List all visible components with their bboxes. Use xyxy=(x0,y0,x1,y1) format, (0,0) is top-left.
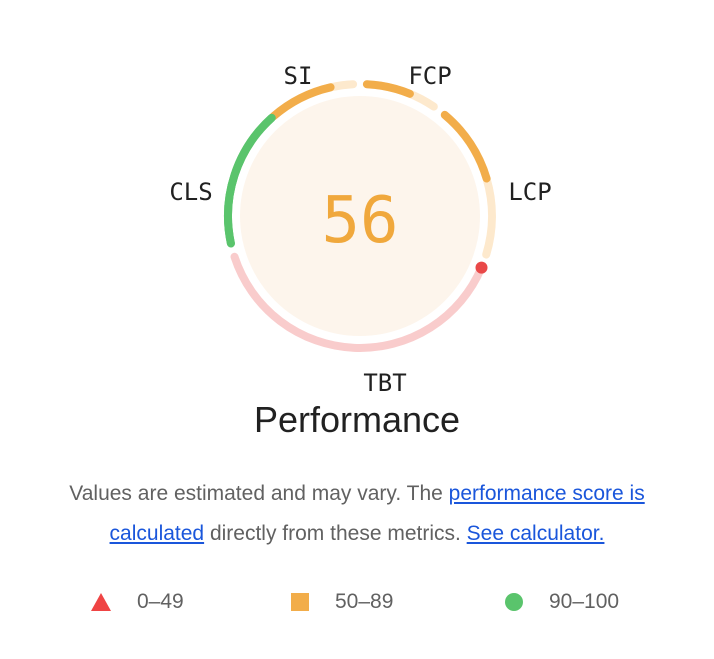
legend-item-fail: 0–49 xyxy=(91,586,184,618)
performance-score: 56 xyxy=(321,184,398,258)
description-text-middle: directly from these metrics. xyxy=(204,522,467,545)
legend-range-pass: 90–100 xyxy=(549,590,620,613)
description-text-before: Values are estimated and may vary. The xyxy=(69,482,449,505)
see-calculator-link[interactable]: See calculator. xyxy=(467,522,605,545)
metric-arc-fcp xyxy=(362,80,414,98)
metric-label-lcp: LCP xyxy=(508,178,551,206)
metric-label-si: SI xyxy=(284,62,313,90)
legend-range-fail: 0–49 xyxy=(137,590,184,613)
metric-label-tbt: TBT xyxy=(363,369,406,397)
score-description: Values are estimated and may vary. The p… xyxy=(30,474,684,554)
legend-item-pass: 90–100 xyxy=(505,586,619,618)
legend-range-average: 50–89 xyxy=(335,590,394,613)
metric-arc-tbt-marker xyxy=(475,261,488,274)
score-legend: 0–49 50–89 90–100 xyxy=(0,586,714,618)
triangle-icon xyxy=(91,593,111,611)
metric-label-cls: CLS xyxy=(169,178,212,206)
metric-label-fcp: FCP xyxy=(408,62,451,90)
category-title: Performance xyxy=(253,399,461,440)
circle-icon xyxy=(505,593,523,611)
performance-gauge: SI FCP LCP TBT CLS 56 xyxy=(169,62,551,397)
square-icon xyxy=(291,593,309,611)
legend-item-average: 50–89 xyxy=(291,586,393,618)
